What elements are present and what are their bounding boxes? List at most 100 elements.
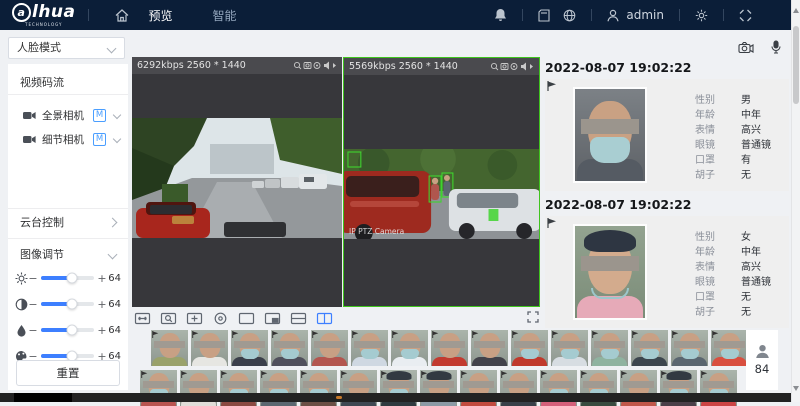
contrast-slider[interactable]: −+64 — [8, 296, 128, 312]
nav-divider — [679, 9, 680, 21]
stream-info: 5569kbps 2560 * 1440 — [349, 61, 458, 72]
attribute-value: 普通镜 — [741, 136, 771, 151]
face-thumbnail[interactable] — [471, 330, 508, 366]
fullscreen-icon[interactable] — [739, 9, 752, 22]
slider-knob[interactable] — [66, 299, 77, 310]
scroll-down-icon[interactable] — [793, 386, 799, 391]
brightness-slider[interactable]: −+64 — [8, 270, 128, 286]
sd-card-icon[interactable] — [538, 9, 550, 22]
settings-icon[interactable] — [695, 9, 708, 22]
scrollbar-thumb[interactable] — [793, 26, 799, 104]
face-thumbnail[interactable] — [551, 330, 588, 366]
face-snapshot[interactable] — [573, 87, 647, 183]
attribute-label: 口罩 — [695, 151, 731, 166]
attribute-label: 眼镜 — [695, 273, 731, 288]
microphone-icon[interactable] — [771, 40, 781, 54]
attribute-row: 胡子无 — [695, 166, 771, 181]
scroll-up-icon[interactable] — [793, 8, 799, 13]
chevron-down-icon — [108, 249, 118, 259]
tab-preview[interactable]: 预览 — [149, 7, 173, 24]
smart-rule-icon[interactable] — [212, 312, 229, 325]
osd-label: IP PTZ Camera — [349, 227, 404, 236]
mode-select[interactable]: 人脸模式 — [8, 37, 125, 59]
home-icon[interactable] — [115, 9, 129, 22]
face-thumbnail[interactable] — [311, 330, 348, 366]
face-thumbnail[interactable] — [711, 330, 748, 366]
attribute-value: 女 — [741, 228, 751, 243]
attribute-value: 男 — [741, 91, 751, 106]
face-thumbnail[interactable] — [591, 330, 628, 366]
divider — [8, 208, 128, 209]
slider-track[interactable] — [41, 276, 94, 280]
increase-button[interactable]: + — [97, 298, 107, 311]
chevron-down-icon[interactable] — [113, 111, 121, 119]
attribute-value: 中年 — [741, 243, 761, 258]
flag-icon — [547, 218, 557, 228]
logo-subtitle: TECHNOLOGY — [25, 23, 63, 27]
attribute-label: 性别 — [695, 91, 731, 106]
slider-knob[interactable] — [66, 325, 77, 336]
video-pane-detail-selected[interactable]: IP PTZ Camera 5569kbps 2560 * 1440 — [343, 57, 540, 307]
nav-divider — [723, 9, 724, 21]
chevron-down-icon[interactable] — [113, 135, 121, 143]
decrease-button[interactable]: − — [28, 324, 38, 337]
regional-focus-icon[interactable] — [186, 312, 203, 325]
navbar: alhua TECHNOLOGY 预览 智能 admin — [0, 0, 800, 30]
face-thumbnail[interactable] — [631, 330, 668, 366]
face-thumbnail[interactable] — [151, 330, 188, 366]
face-thumbnail[interactable] — [351, 330, 388, 366]
saturation-slider[interactable]: −+64 — [8, 322, 128, 338]
face-snapshot[interactable] — [573, 224, 647, 320]
face-thumbnail[interactable] — [671, 330, 708, 366]
pane-control-icons[interactable] — [490, 62, 534, 71]
increase-button[interactable]: + — [97, 324, 107, 337]
slider-track[interactable] — [41, 354, 94, 358]
digital-zoom-icon[interactable] — [160, 312, 177, 325]
user-icon[interactable] — [607, 9, 619, 22]
network-icon[interactable] — [563, 9, 576, 22]
user-name[interactable]: admin — [626, 8, 664, 22]
stream-type-badge[interactable]: M — [93, 133, 106, 146]
reset-button[interactable]: 重置 — [16, 360, 120, 386]
face-thumbnail[interactable] — [231, 330, 268, 366]
camera-item-panoramic[interactable]: 全景相机 M — [8, 104, 128, 126]
capture-camera-icon[interactable] — [738, 41, 754, 54]
video-pane-panoramic[interactable]: 6292kbps 2560 * 1440 — [132, 57, 342, 307]
alarm-bell-icon[interactable] — [494, 8, 507, 22]
attribute-row: 年龄中年 — [695, 106, 771, 121]
face-thumbnail[interactable] — [391, 330, 428, 366]
slider-knob[interactable] — [66, 273, 77, 284]
aspect-ratio-icon[interactable] — [134, 312, 151, 325]
video-fullscreen-icon[interactable] — [527, 311, 539, 323]
pane-control-icons[interactable] — [293, 61, 337, 70]
camera-item-detail[interactable]: 细节相机 M — [8, 128, 128, 150]
face-thumbnail[interactable] — [431, 330, 468, 366]
increase-button[interactable]: + — [97, 272, 107, 285]
decrease-button[interactable]: − — [28, 272, 38, 285]
attribute-value: 普通镜 — [741, 273, 771, 288]
vertical-split-icon[interactable] — [316, 312, 333, 325]
slider-track[interactable] — [41, 302, 94, 306]
attribute-label: 胡子 — [695, 303, 731, 318]
attribute-label: 年龄 — [695, 243, 731, 258]
decrease-button[interactable]: − — [28, 298, 38, 311]
stream-type-badge[interactable]: M — [93, 109, 106, 122]
ptz-section-header[interactable]: 云台控制 — [8, 210, 128, 234]
face-thumbnail[interactable] — [511, 330, 548, 366]
picture-in-picture-icon[interactable] — [264, 312, 281, 325]
scrollbar[interactable] — [791, 0, 800, 402]
horizontal-split-icon[interactable] — [290, 312, 307, 325]
single-window-icon[interactable] — [238, 312, 255, 325]
image-adjust-section-header[interactable]: 图像调节 — [8, 242, 128, 266]
stream-info: 6292kbps 2560 * 1440 — [137, 60, 246, 71]
video-camera-icon — [23, 111, 36, 120]
face-thumbnail[interactable] — [191, 330, 228, 366]
event-card[interactable]: 2022-08-07 19:02:22 性别男年龄中年表情高兴眼镜普通镜口罩有胡… — [545, 60, 789, 191]
tab-intelligent[interactable]: 智能 — [213, 7, 237, 24]
event-card[interactable]: 2022-08-07 19:02:22 性别女年龄中年表情高兴眼镜普通镜口罩无胡… — [545, 197, 789, 328]
chevron-right-icon — [108, 217, 118, 227]
event-timestamp: 2022-08-07 19:02:22 — [545, 197, 789, 214]
attribute-row: 性别男 — [695, 91, 771, 106]
face-thumbnail[interactable] — [271, 330, 308, 366]
slider-track[interactable] — [41, 328, 94, 332]
